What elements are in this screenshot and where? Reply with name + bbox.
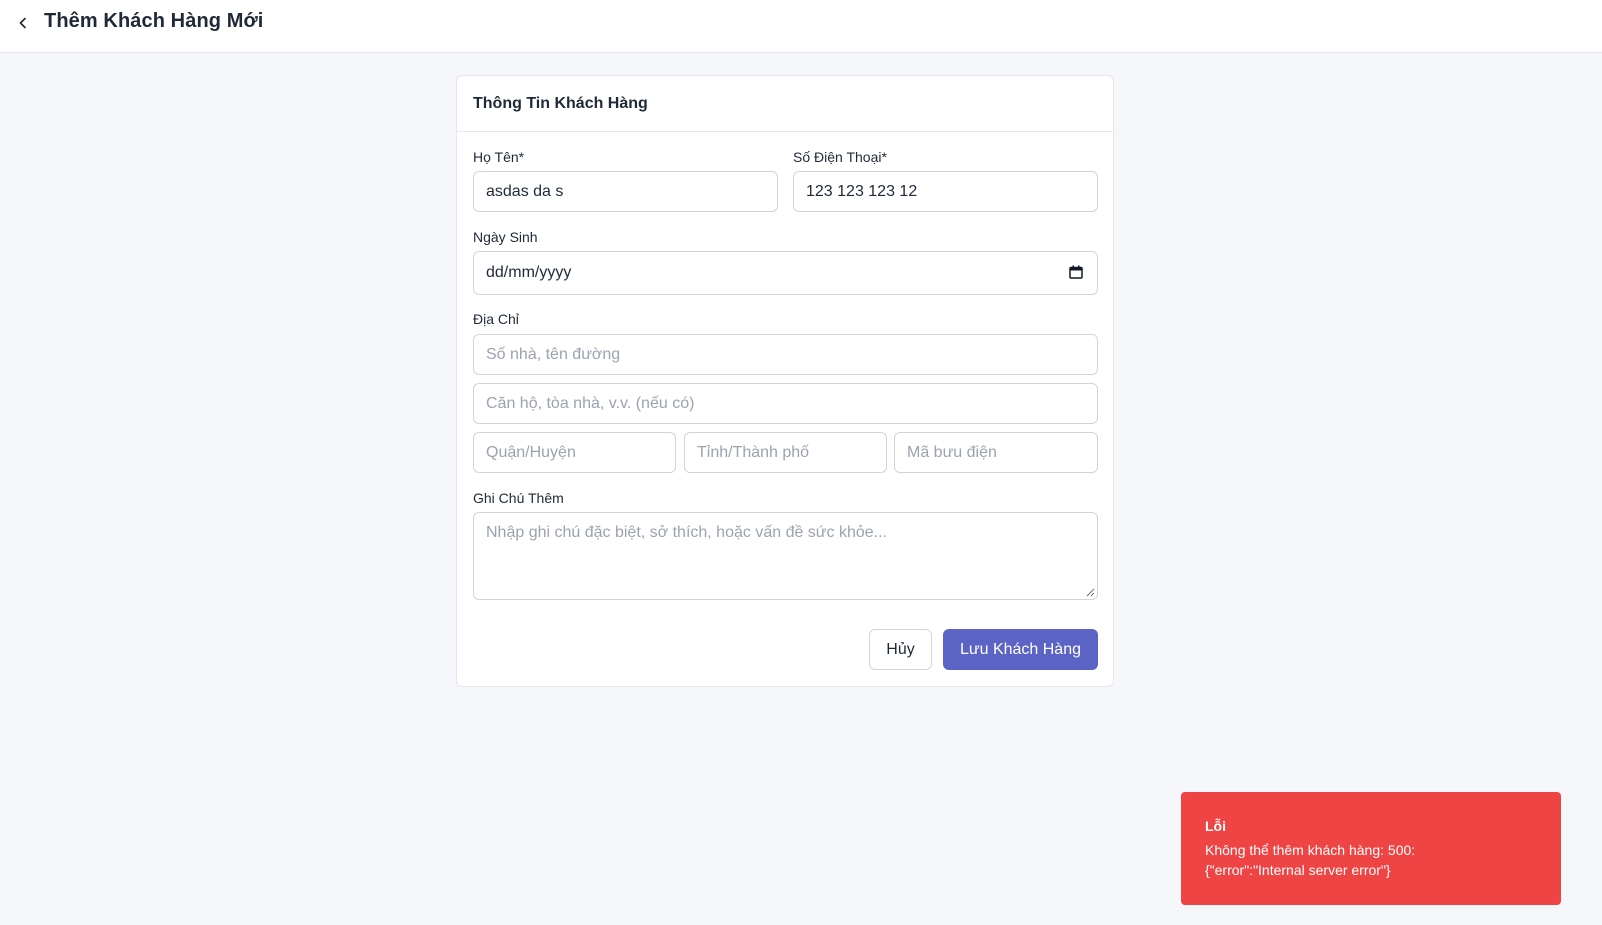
address-label: Địa Chỉ bbox=[473, 311, 519, 327]
dob-label: Ngày Sinh bbox=[473, 229, 538, 245]
apartment-input[interactable]: Căn hộ, tòa nhà, v.v. (nếu có) bbox=[473, 383, 1098, 424]
district-input[interactable]: Quận/Huyện bbox=[473, 432, 676, 473]
cancel-button[interactable]: Hủy bbox=[869, 629, 932, 670]
page-title: Thêm Khách Hàng Mới bbox=[44, 10, 264, 32]
customer-info-card: Thông Tin Khách Hàng Họ Tên* asdas da s … bbox=[456, 75, 1114, 687]
toast-message: Không thể thêm khách hàng: 500: {"error"… bbox=[1205, 842, 1416, 878]
name-input[interactable]: asdas da s bbox=[473, 171, 778, 212]
street-input[interactable]: Số nhà, tên đường bbox=[473, 334, 1098, 375]
city-placeholder: Tỉnh/Thành phố bbox=[697, 443, 810, 461]
name-label: Họ Tên* bbox=[473, 149, 525, 165]
save-customer-button[interactable]: Lưu Khách Hàng bbox=[943, 629, 1098, 670]
chevron-left-icon bbox=[19, 17, 26, 29]
notes-textarea[interactable]: Nhập ghi chú đặc biệt, sở thích, hoặc vấ… bbox=[473, 512, 1098, 600]
apartment-placeholder: Căn hộ, tòa nhà, v.v. (nếu có) bbox=[486, 394, 695, 412]
back-button[interactable] bbox=[12, 12, 34, 34]
phone-input[interactable]: 123 123 123 12 bbox=[793, 171, 1098, 212]
resize-handle-icon[interactable] bbox=[1086, 588, 1095, 597]
dob-input[interactable]: dd/mm/yyyy bbox=[473, 251, 1098, 295]
notes-label: Ghi Chú Thêm bbox=[473, 490, 564, 506]
district-placeholder: Quận/Huyện bbox=[486, 443, 576, 461]
toast-title: Lỗi bbox=[1205, 818, 1226, 834]
top-bar: Thêm Khách Hàng Mới bbox=[0, 0, 1602, 53]
calendar-icon[interactable] bbox=[1069, 265, 1083, 279]
postal-placeholder: Mã bưu điện bbox=[907, 443, 997, 461]
phone-value: 123 123 123 12 bbox=[806, 182, 918, 200]
postal-code-input[interactable]: Mã bưu điện bbox=[894, 432, 1098, 473]
card-title: Thông Tin Khách Hàng bbox=[473, 94, 648, 112]
card-header: Thông Tin Khách Hàng bbox=[457, 76, 1113, 132]
phone-label: Số Điện Thoại* bbox=[793, 149, 887, 165]
street-placeholder: Số nhà, tên đường bbox=[486, 345, 621, 363]
name-value: asdas da s bbox=[486, 182, 564, 200]
dob-value: dd/mm/yyyy bbox=[486, 264, 572, 281]
city-input[interactable]: Tỉnh/Thành phố bbox=[684, 432, 887, 473]
error-toast: Lỗi Không thể thêm khách hàng: 500: {"er… bbox=[1181, 792, 1561, 905]
notes-placeholder: Nhập ghi chú đặc biệt, sở thích, hoặc vấ… bbox=[486, 524, 887, 541]
